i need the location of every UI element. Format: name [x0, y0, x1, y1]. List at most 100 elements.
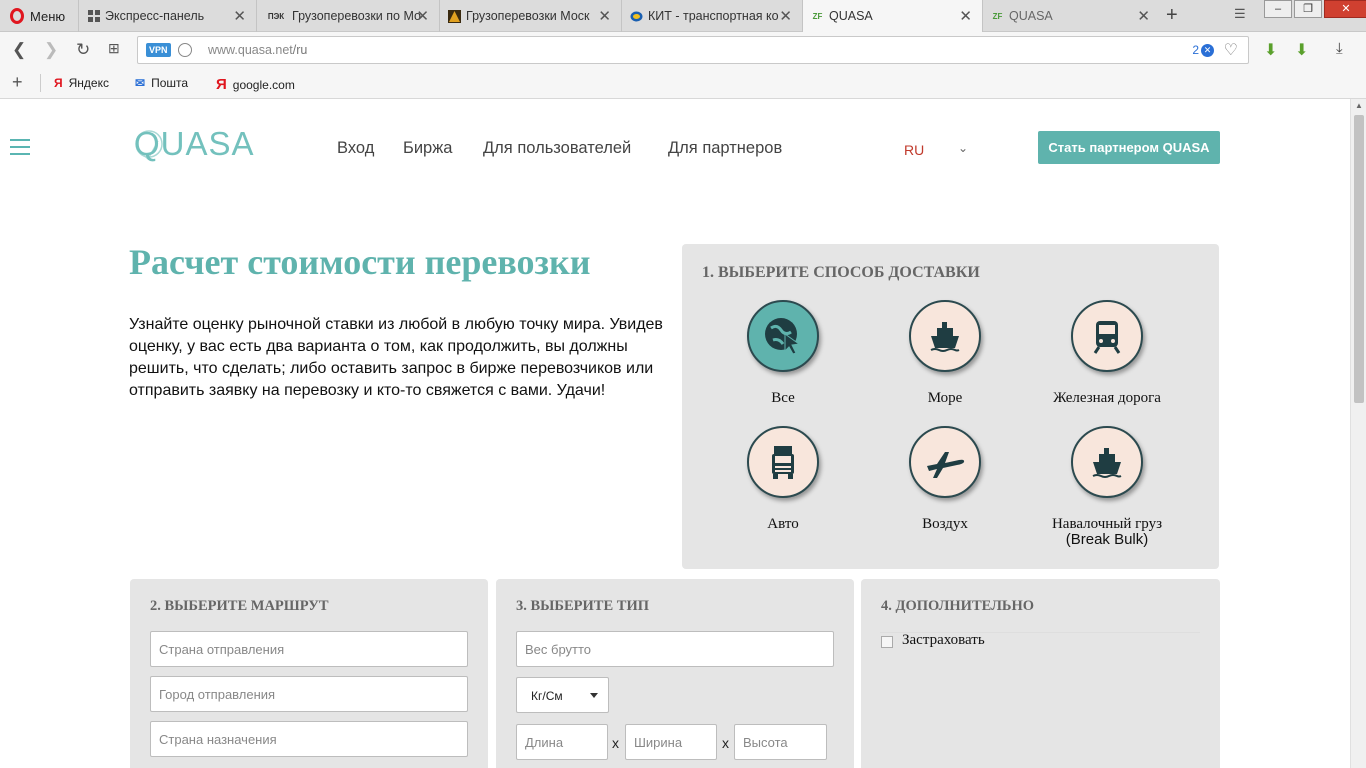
intro-text: Узнайте оценку рыночной ставки из любой … — [129, 316, 663, 399]
page-title: Расчет стоимости перевозки — [129, 242, 591, 282]
length-input[interactable]: Длина — [516, 724, 608, 760]
mode-rail[interactable]: Железная дорога — [1032, 300, 1182, 406]
nav-exchange[interactable]: Биржа — [403, 139, 452, 158]
quasa-icon: ZF — [992, 11, 1003, 21]
unit-select[interactable]: Кг/См — [516, 677, 609, 713]
close-icon[interactable]: ✕ — [233, 7, 246, 25]
tab-express-panel[interactable]: Экспресс-панель ✕ — [78, 0, 256, 32]
download-arrow-icon[interactable]: ⬇ — [1264, 40, 1277, 60]
mode-break-bulk[interactable]: Навалочный груз (Break Bulk) — [1032, 426, 1182, 548]
opera-logo-icon — [10, 8, 24, 24]
menu-label: Меню — [30, 8, 66, 24]
dest-country-input[interactable]: Страна назначения — [150, 721, 468, 757]
language-select[interactable]: RU — [904, 142, 924, 158]
adblock-count: 2 — [1192, 43, 1199, 57]
url-path: /ru — [292, 43, 308, 57]
downloads-icon[interactable]: ⤓ — [1336, 40, 1343, 57]
pek-icon: ПЭК — [267, 11, 285, 21]
quasa-logo[interactable]: QUASA — [134, 125, 259, 165]
bookmark-label: Яндекс — [68, 76, 109, 90]
tab-quasa[interactable]: ZF QUASA ✕ — [982, 0, 1160, 32]
insure-checkbox[interactable] — [881, 636, 893, 648]
url-host: www.quasa.net — [208, 43, 293, 57]
chevron-down-icon[interactable]: ⌄ — [958, 141, 968, 155]
delivery-title: 1. ВЫБЕРИТЕ СПОСОБ ДОСТАВКИ — [702, 264, 980, 281]
mode-sea[interactable]: Море — [870, 300, 1020, 406]
hamburger-menu-icon[interactable] — [10, 139, 30, 160]
new-tab-plus-icon[interactable]: + — [1166, 4, 1178, 27]
close-icon[interactable]: ✕ — [779, 7, 792, 25]
mode-label: Все — [771, 390, 795, 406]
times-sign: x — [722, 735, 729, 751]
yandex-icon: Я — [54, 76, 63, 90]
become-partner-button[interactable]: Стать партнером QUASA — [1038, 131, 1220, 164]
mode-all[interactable]: Все — [708, 300, 858, 406]
address-toolbar: ❮ ❯ ↻ ⊞ VPN www.quasa.net/ru 2 ✕ ♡ ⬇ ⬇ ⤓ — [0, 32, 1366, 68]
bookmark-label: google.com — [232, 77, 295, 92]
logo-text: QUASA — [134, 125, 255, 162]
url-text[interactable]: www.quasa.net/ru — [208, 43, 307, 57]
bookmark-mail[interactable]: ✉ Пошта — [135, 76, 188, 90]
url-bar[interactable]: VPN www.quasa.net/ru 2 ✕ ♡ — [137, 36, 1249, 64]
heart-icon[interactable]: ♡ — [1224, 40, 1238, 60]
tabs-grid-icon[interactable]: ⊞ — [108, 40, 120, 57]
adblock-badge[interactable]: 2 ✕ — [1192, 43, 1214, 57]
globe-cursor-icon — [747, 300, 819, 372]
additional-panel: 4. ДОПОЛНИТЕЛЬНО — [861, 579, 1220, 768]
mode-auto[interactable]: Авто — [708, 426, 858, 532]
opera-menu-button[interactable]: Меню — [0, 0, 78, 32]
yandex-y-icon: Я — [216, 76, 227, 93]
unit-value: Кг/См — [531, 689, 563, 703]
mode-label: Железная дорога — [1053, 390, 1161, 406]
scrollbar[interactable]: ▲ — [1350, 99, 1366, 768]
origin-city-input[interactable]: Город отправления — [150, 676, 468, 712]
mail-icon: ✉ — [135, 76, 146, 90]
tab-gruzoperevozki[interactable]: Грузоперевозки Моск ✕ — [439, 0, 621, 32]
add-bookmark-plus-icon[interactable]: + — [12, 72, 23, 93]
extra-title: 4. ДОПОЛНИТЕЛЬНО — [881, 598, 1035, 614]
vpn-badge[interactable]: VPN — [146, 43, 171, 57]
grid-icon — [87, 10, 100, 23]
triangle-icon — [448, 9, 461, 23]
forward-icon[interactable]: ❯ — [44, 40, 58, 60]
scrollbar-thumb[interactable] — [1354, 115, 1364, 403]
close-icon[interactable]: ✕ — [598, 7, 611, 25]
mode-label: Авто — [767, 516, 799, 532]
nav-login[interactable]: Вход — [337, 139, 374, 158]
gross-weight-input[interactable]: Вес брутто — [516, 631, 834, 667]
globe-icon — [178, 43, 192, 57]
download-arrow-icon[interactable]: ⬇ — [1295, 40, 1308, 60]
quasa-icon: ZF — [812, 11, 823, 21]
dropdown-triangle-icon — [590, 693, 598, 698]
bookmark-yandex[interactable]: Я Яндекс — [54, 76, 109, 90]
minimize-icon[interactable]: – — [1264, 0, 1292, 18]
maximize-icon[interactable]: ❐ — [1294, 0, 1322, 18]
nav-for-users[interactable]: Для пользователей — [483, 139, 631, 158]
bookmark-google[interactable]: Я google.com — [216, 76, 295, 93]
origin-country-input[interactable]: Страна отправления — [150, 631, 468, 667]
kit-icon — [630, 10, 643, 23]
close-icon[interactable]: ✕ — [959, 7, 972, 25]
truck-icon — [747, 426, 819, 498]
tab-kit[interactable]: КИТ - транспортная ко ✕ — [621, 0, 802, 32]
height-input[interactable]: Высота — [734, 724, 827, 760]
close-icon[interactable]: ✕ — [1137, 7, 1150, 25]
back-icon[interactable]: ❮ — [12, 40, 26, 60]
bookmarks-bar: + Я Яндекс ✉ Пошта Я google.com — [0, 68, 1366, 99]
tab-quasa-active[interactable]: ZF QUASA ✕ — [802, 0, 982, 32]
nav-for-partners[interactable]: Для партнеров — [668, 139, 782, 158]
ship-icon — [909, 300, 981, 372]
mode-label: Море — [927, 390, 963, 406]
close-icon[interactable]: ✕ — [416, 7, 429, 25]
delivery-method-panel: 1. ВЫБЕРИТЕ СПОСОБ ДОСТАВКИ Все Море Жел… — [682, 244, 1219, 569]
route-title: 2. ВЫБЕРИТЕ МАРШРУТ — [150, 598, 329, 614]
reload-icon[interactable]: ↻ — [76, 40, 90, 60]
scroll-up-icon[interactable]: ▲ — [1355, 101, 1363, 110]
window-close-icon[interactable]: ✕ — [1324, 0, 1366, 18]
width-input[interactable]: Ширина — [625, 724, 717, 760]
airplane-icon — [909, 426, 981, 498]
browser-tab-bar: Меню Экспресс-панель ✕ ПЭК Грузоперевозк… — [0, 0, 1366, 32]
tab-pek[interactable]: ПЭК Грузоперевозки по Мо ✕ — [256, 0, 439, 32]
tab-menu-chevron-icon[interactable]: ☰ — [1234, 6, 1246, 22]
mode-air[interactable]: Воздух — [870, 426, 1020, 532]
